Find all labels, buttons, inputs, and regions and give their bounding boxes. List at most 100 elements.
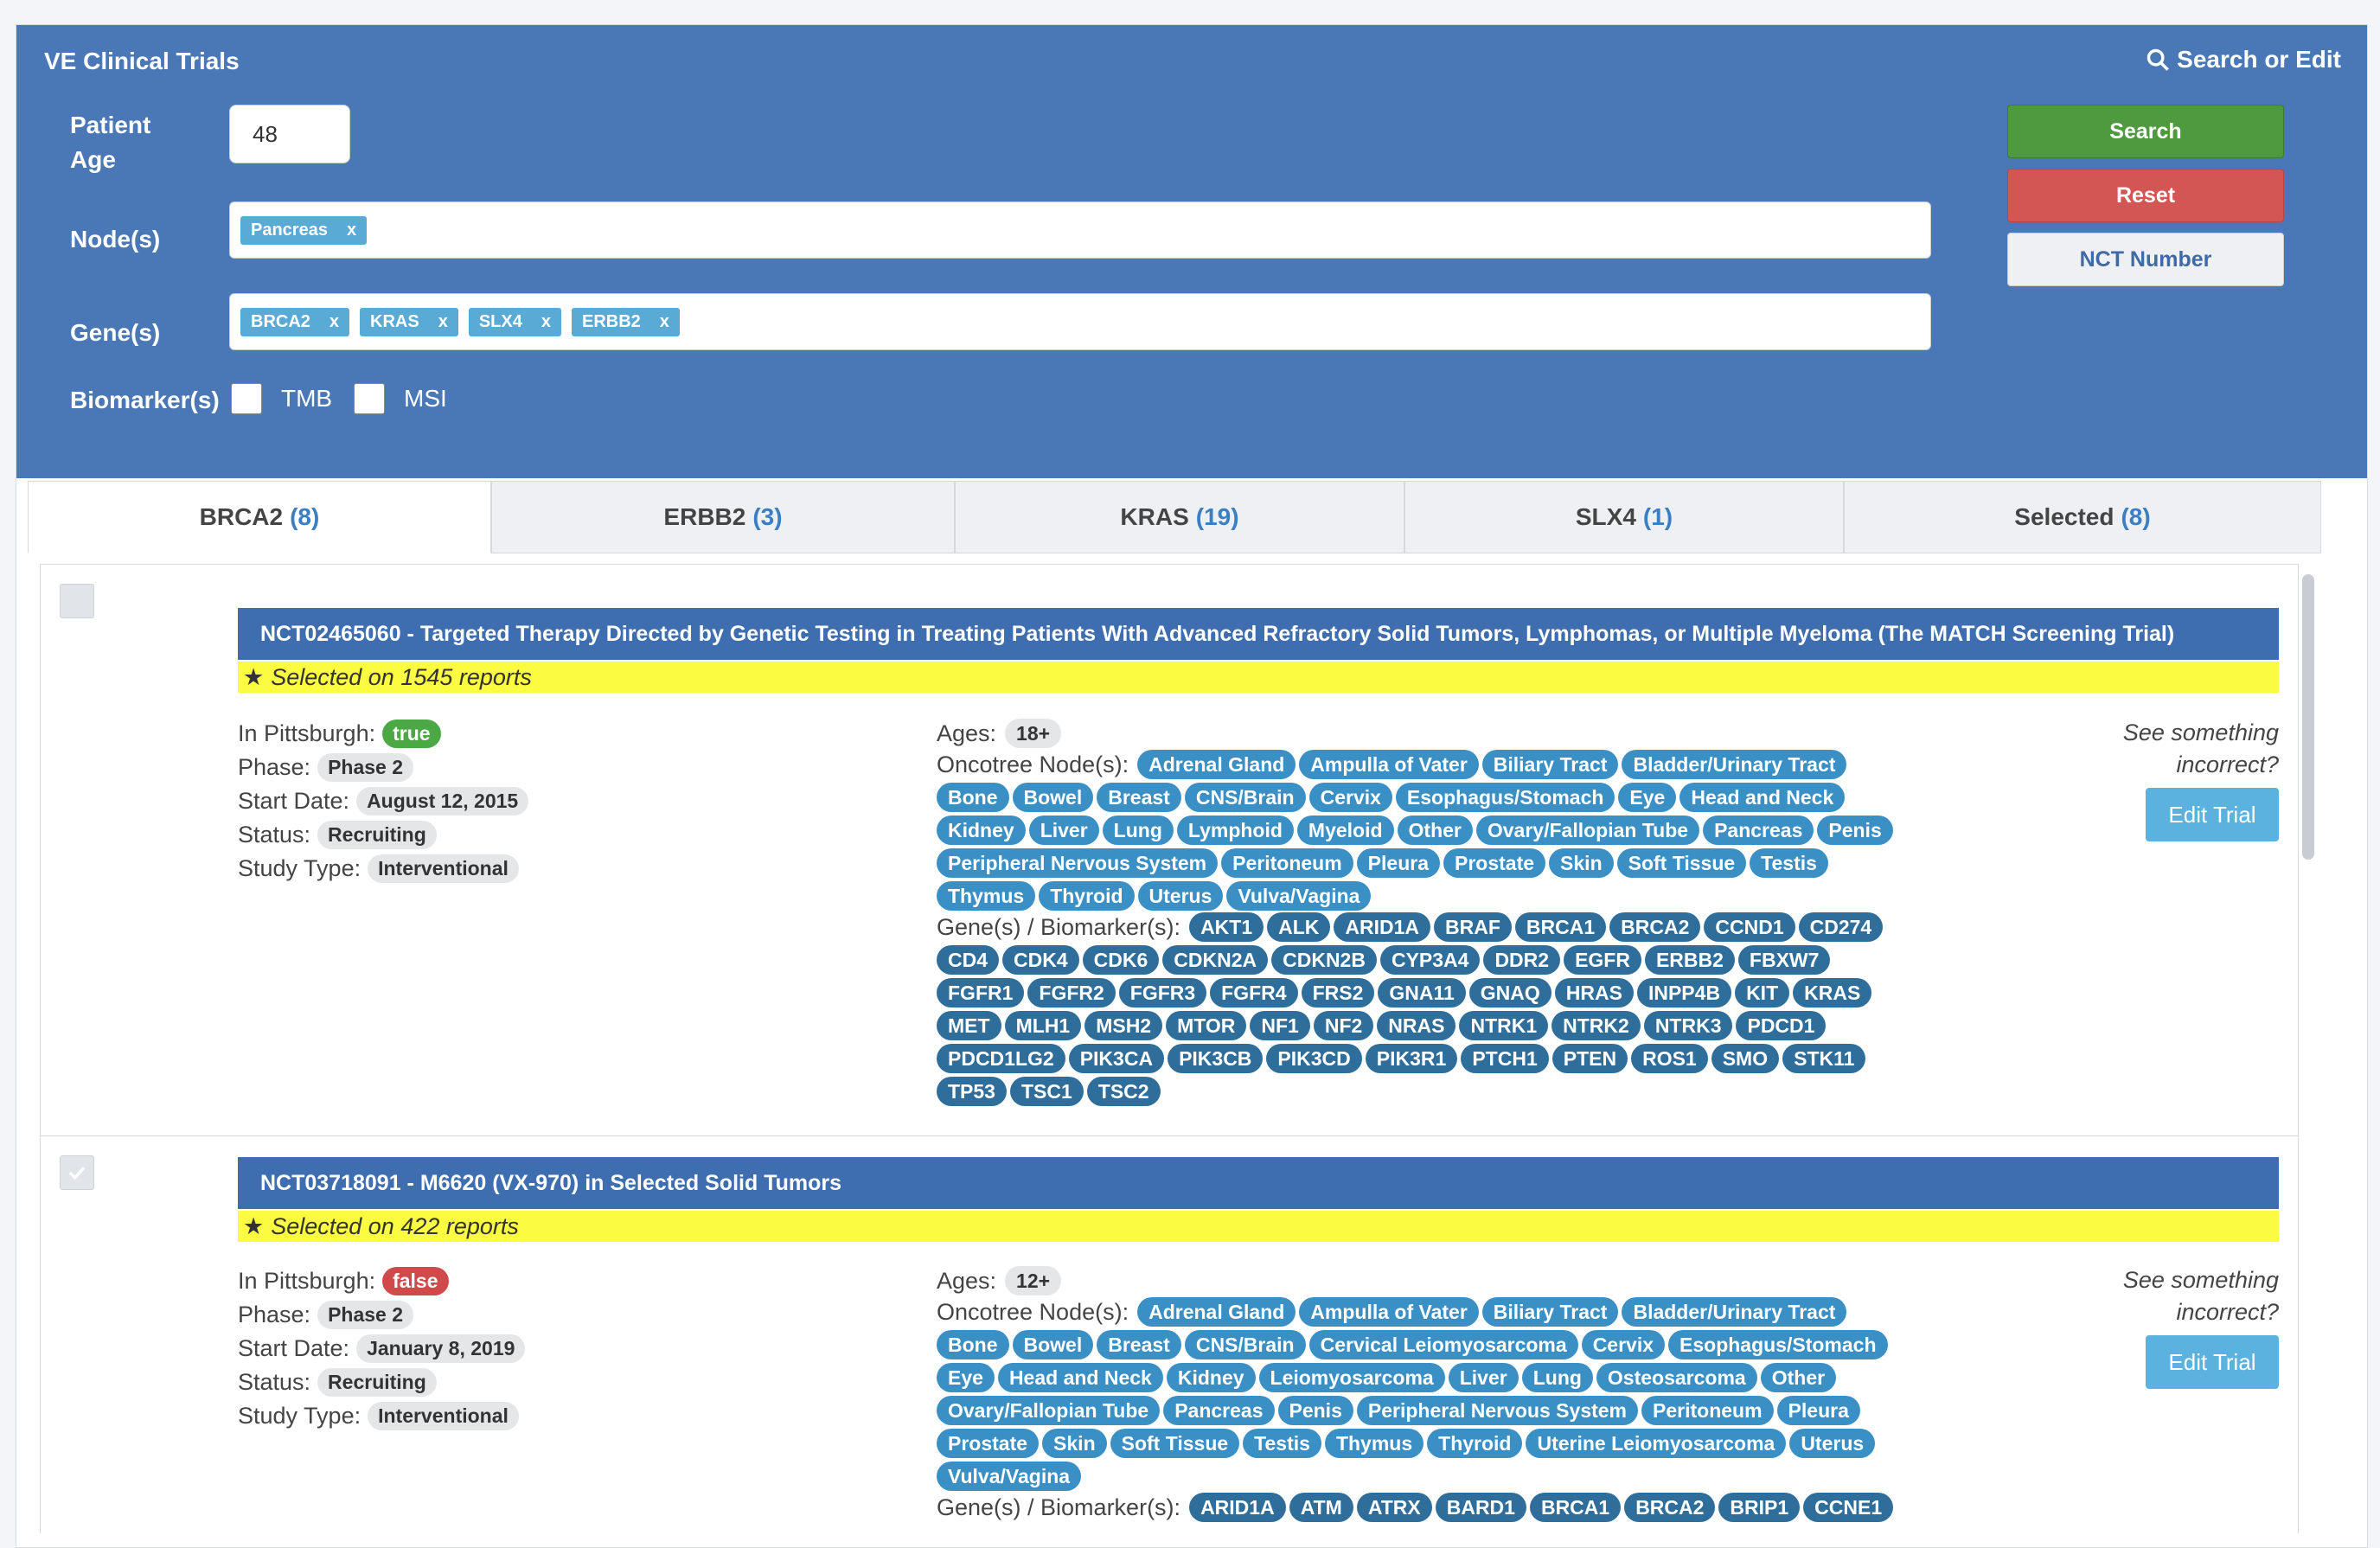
node-chip: Breast [1097,1330,1181,1359]
node-token-label: Pancreas [251,220,328,240]
remove-token-button[interactable]: x [347,221,356,240]
msi-checkbox[interactable] [354,383,385,414]
trial-info: In Pittsburgh: true Phase: Phase 2 Start D… [238,717,930,886]
edit-trial-button[interactable]: Edit Trial [2146,788,2279,841]
study-type-label: Study Type: [238,855,361,881]
in-pittsburgh-badge: true [382,720,441,748]
tab-label: Selected [2014,503,2114,530]
gene-token: ERBB2 x [571,307,680,336]
gene-chip: NTRK3 [1643,1011,1733,1040]
node-chip: Breast [1097,783,1181,812]
selected-count-banner: ★ Selected on 422 reports [238,1211,2279,1242]
node-chip: Cervix [1308,783,1392,812]
check-icon [68,1166,86,1180]
node-chip: Vulva/Vagina [1226,881,1372,911]
gene-chip: MLH1 [1004,1011,1082,1040]
remove-token-button[interactable]: x [660,312,669,332]
trial-select-checkbox[interactable] [60,1155,94,1190]
phase-badge: Phase 2 [317,1301,414,1329]
ages-badge: 12+ [1005,1266,1062,1295]
node-chip: Adrenal Gland [1137,1297,1296,1327]
genes-input[interactable]: BRCA2 x KRAS x SLX4 x ERBB2 x [229,293,1931,350]
search-button[interactable]: Search [2007,105,2284,158]
tab-brca2[interactable]: BRCA2 (8) [28,481,491,553]
remove-token-button[interactable]: x [329,312,339,332]
gene-chip: BRCA1 [1514,912,1607,942]
node-chip: Peritoneum [1221,848,1353,878]
node-chip: Osteosarcoma [1596,1363,1757,1392]
node-chip: Liver [1448,1363,1519,1392]
remove-token-button[interactable]: x [541,312,551,332]
oncotree-node-list: Oncotree Node(s): Adrenal Gland Ampulla of… [937,1297,1905,1491]
tab-kras[interactable]: KRAS (19) [955,481,1404,553]
tab-slx4[interactable]: SLX4 (1) [1404,481,1844,553]
gene-chip: ALK [1267,912,1331,942]
gene-chip: SMO [1711,1044,1780,1073]
node-chip: Bowel [1012,783,1094,812]
gene-chip: CDKN2A [1162,945,1269,975]
search-panel: VE Clinical Trials Search or Edit Patien… [16,25,2367,478]
patient-age-input[interactable] [229,105,350,163]
node-chip: Bowel [1012,1330,1094,1359]
gene-chip: ATRX [1356,1493,1432,1522]
star-icon: ★ [243,663,265,690]
node-chip: Pleura [1356,848,1440,878]
study-type-label: Study Type: [238,1403,361,1429]
node-chip: Bone [937,1330,1009,1359]
gene-chip: EGFR [1564,945,1641,975]
gene-chip: ATM [1289,1493,1353,1522]
trial-info: In Pittsburgh: false Phase: Phase 2 Start … [238,1264,930,1433]
tab-label: SLX4 [1575,503,1636,530]
node-chip: Skin [1549,848,1614,878]
gene-chip: CDKN2B [1271,945,1377,975]
node-chip: Testis [1243,1429,1321,1458]
node-chip: Biliary Tract [1481,1297,1619,1327]
gene-tabs: BRCA2 (8) ERBB2 (3) KRAS (19) SLX4 (1) Selec… [28,481,2321,553]
ages-badge: 18+ [1005,719,1062,748]
node-chip: Lymphoid [1176,816,1294,845]
gene-chip: STK11 [1782,1044,1866,1073]
status-badge: Recruiting [317,821,437,849]
node-chip: Peripheral Nervous System [937,848,1219,878]
gene-chip: BARD1 [1435,1493,1526,1522]
reset-button[interactable]: Reset [2007,169,2284,222]
gene-chip: CDK4 [1002,945,1079,975]
trial-list: NCT02465060 - Targeted Therapy Directed … [40,564,2299,1533]
tab-count: (1) [1642,503,1673,530]
gene-chip: GNAQ [1468,978,1551,1007]
nct-number-button[interactable]: NCT Number [2007,233,2284,286]
trial-details: Ages: 12+ Oncotree Node(s): Adrenal Gland A… [937,1266,1905,1524]
remove-token-button[interactable]: x [438,312,448,332]
node-chip: Ovary/Fallopian Tube [937,1396,1161,1425]
gene-chip: PIK3R1 [1365,1044,1458,1073]
gene-chip: BRCA1 [1529,1493,1622,1522]
scrollbar-thumb[interactable] [2302,574,2314,860]
gene-chip: ARID1A [1189,1493,1286,1522]
search-or-edit-label: Search or Edit [2177,46,2341,73]
node-chip: Uterus [1789,1429,1876,1458]
start-date-badge: August 12, 2015 [356,787,529,816]
tmb-checkbox[interactable] [231,383,262,414]
node-chip: Penis [1277,1396,1353,1425]
gene-chip: MTOR [1166,1011,1247,1040]
node-chip: Myeloid [1296,816,1394,845]
node-chip: Esophagus/Stomach [1395,783,1615,812]
node-chip: Peritoneum [1641,1396,1774,1425]
start-date-label: Start Date: [238,788,350,814]
trial-select-checkbox[interactable] [60,584,94,618]
trial-title[interactable]: NCT02465060 - Targeted Therapy Directed … [238,608,2279,660]
node-chip: Lung [1102,816,1174,845]
node-chip: Soft Tissue [1616,848,1747,878]
tab-selected[interactable]: Selected (8) [1844,481,2321,553]
status-label: Status: [238,1369,311,1395]
gene-chip: NRAS [1377,1011,1456,1040]
gene-chip: CYP3A4 [1379,945,1481,975]
search-icon [2146,48,2170,71]
trial-details: Ages: 18+ Oncotree Node(s): Adrenal Gland A… [937,719,1905,1108]
nodes-input[interactable]: Pancreas x [229,201,1931,259]
trial-title[interactable]: NCT03718091 - M6620 (VX-970) in Selected… [238,1157,2279,1209]
edit-trial-button[interactable]: Edit Trial [2146,1335,2279,1389]
search-or-edit-toggle[interactable]: Search or Edit [2146,46,2341,74]
tab-erbb2[interactable]: ERBB2 (3) [491,481,955,553]
oncotree-node-list: Oncotree Node(s): Adrenal Gland Ampulla of… [937,750,1905,911]
